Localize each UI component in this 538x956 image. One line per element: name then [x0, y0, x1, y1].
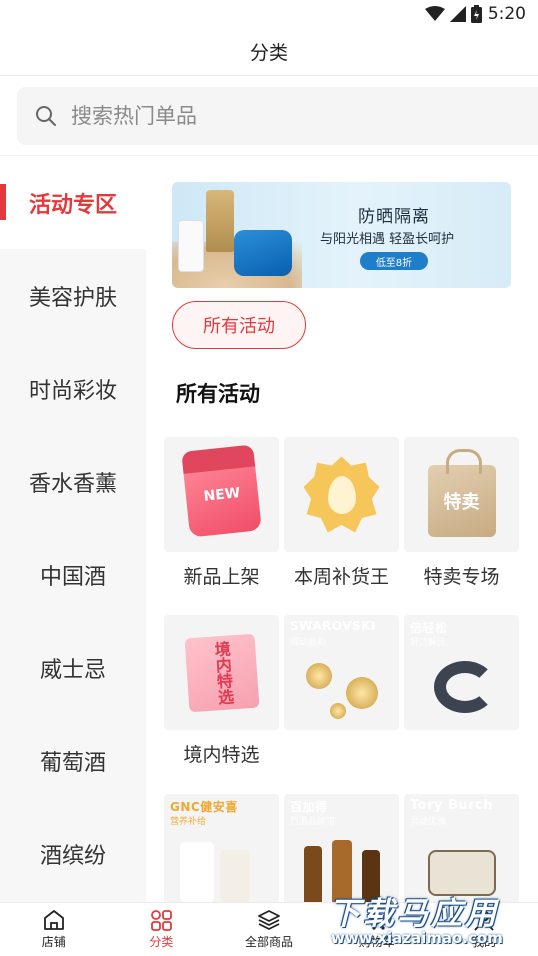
cellular-signal-icon — [449, 6, 466, 22]
tile-art-text: Tory Burch — [410, 798, 494, 813]
tab-label: 分类 — [149, 935, 174, 949]
search-icon — [36, 106, 56, 126]
sidebar-item-wine[interactable]: 葡萄酒 — [0, 714, 146, 807]
tile-swarovski[interactable]: SWAROVSKI 耀动晶彩 — [284, 615, 399, 730]
banner-discount-badge: 低至8折 — [360, 252, 428, 270]
sidebar-item-activities[interactable]: 活动专区 — [0, 156, 146, 249]
watermark-text: 下载马应用 — [329, 896, 499, 932]
liquor-bottle — [304, 846, 322, 902]
tab-label: 店铺 — [41, 935, 66, 949]
banner-title: 防晒隔离 — [358, 207, 430, 227]
home-icon — [43, 910, 64, 930]
sidebar-item-skincare[interactable]: 美容护肤 — [0, 249, 146, 342]
tile-image: SWAROVSKI 耀动晶彩 — [284, 615, 399, 730]
supplement-bottle — [220, 850, 250, 902]
tile-domestic-picks[interactable]: 境内特选 境内特选 — [164, 615, 279, 767]
tile-image: GNC健安喜 营养补给 — [164, 794, 279, 902]
banner-product-bottle — [206, 190, 234, 252]
tile-art-sub: 耀动晶彩 — [290, 638, 327, 648]
jewelry-decoration — [330, 703, 346, 719]
massager-decoration — [434, 661, 496, 713]
section-title: 所有活动 — [176, 382, 260, 406]
shopping-bag-icon: 特卖 — [427, 448, 496, 537]
flame-badge-icon — [303, 456, 380, 533]
tile-image: 倍轻松 舒适解压 — [404, 615, 519, 730]
tab-category[interactable]: 分类 — [108, 903, 216, 956]
tile-image: 特卖 — [404, 437, 519, 552]
search-bar[interactable] — [17, 87, 538, 145]
sidebar-item-whisky[interactable]: 威士忌 — [0, 621, 146, 714]
tile-breo[interactable]: 倍轻松 舒适解压 — [404, 615, 519, 730]
tile-art-text: NEW — [202, 484, 241, 505]
tile-image: NEW — [164, 437, 279, 552]
jewelry-decoration — [306, 663, 332, 689]
tile-new-arrivals[interactable]: NEW 新品上架 — [164, 437, 279, 589]
banner-product-sunscreen — [234, 230, 292, 276]
jewelry-decoration — [346, 677, 378, 709]
page-title: 分类 — [0, 28, 538, 76]
tile-image: 境内特选 — [164, 615, 279, 730]
sidebar-item-makeup[interactable]: 时尚彩妆 — [0, 342, 146, 435]
tab-all-products[interactable]: 全部商品 — [215, 903, 323, 956]
tile-label: 新品上架 — [183, 566, 260, 588]
all-activities-filter-button[interactable]: 所有活动 — [172, 301, 306, 349]
tile-art-sub: 烈酒品牌馆 — [290, 817, 336, 827]
tile-label: 特卖专场 — [423, 566, 500, 588]
tile-art-text: 特卖 — [443, 491, 480, 513]
status-time: 5:20 — [487, 4, 526, 24]
wifi-icon — [424, 6, 445, 21]
sidebar-item-fragrance[interactable]: 香水香薰 — [0, 435, 146, 528]
tab-label: 全部商品 — [244, 935, 293, 949]
promo-banner[interactable]: 防晒隔离 与阳光相遇 轻盈长呵护 低至8折 — [172, 182, 511, 288]
tile-art-text: 倍轻松 — [410, 621, 448, 635]
tile-art-text: 百加得 — [290, 800, 328, 814]
tile-label: 本周补货王 — [293, 566, 389, 588]
tile-art-text: GNC健安喜 — [170, 800, 238, 814]
sidebar-item-spirits-mix[interactable]: 酒缤纷 — [0, 807, 146, 900]
sidebar-item-chinese-liquor[interactable]: 中国酒 — [0, 528, 146, 621]
tab-store[interactable]: 店铺 — [0, 903, 108, 956]
tile-gnc[interactable]: GNC健安喜 营养补给 — [164, 794, 279, 902]
category-icon — [151, 910, 173, 931]
banner-subtitle: 与阳光相遇 轻盈长呵护 — [320, 232, 455, 247]
tile-art-text: 境内特选 — [210, 639, 235, 706]
tile-art-sub: 舒适解压 — [410, 638, 447, 648]
tile-restock-king[interactable]: 本周补货王 — [284, 437, 399, 589]
layers-icon — [258, 910, 280, 930]
battery-icon — [470, 5, 482, 23]
tile-art-text: SWAROVSKI — [290, 619, 376, 633]
status-bar: 5:20 — [0, 0, 538, 28]
tile-art-sub: 灵动优雅 — [410, 817, 447, 827]
supplement-bottle — [180, 842, 214, 902]
search-input[interactable] — [71, 104, 471, 128]
tile-label: 境内特选 — [183, 744, 260, 766]
calendar-new-icon: NEW — [181, 451, 262, 538]
status-icons — [424, 5, 482, 23]
category-sidebar[interactable]: 活动专区 美容护肤 时尚彩妆 香水香薰 中国酒 威士忌 葡萄酒 酒缤纷 — [0, 156, 146, 902]
banner-product-tube — [178, 220, 204, 272]
tile-image — [284, 437, 399, 552]
watermark-url: www.xiazaimao.com — [331, 929, 503, 947]
watermark-logo: 下载马应用 www.xiazaimao.com — [323, 886, 538, 952]
tile-special-sale[interactable]: 特卖 特卖专场 — [404, 437, 519, 589]
category-content[interactable]: 防晒隔离 与阳光相遇 轻盈长呵护 低至8折 所有活动 所有活动 NEW 新品上架… — [146, 156, 538, 902]
domestic-sign-icon: 境内特选 — [184, 633, 259, 712]
tile-art-sub: 营养补给 — [170, 817, 207, 827]
